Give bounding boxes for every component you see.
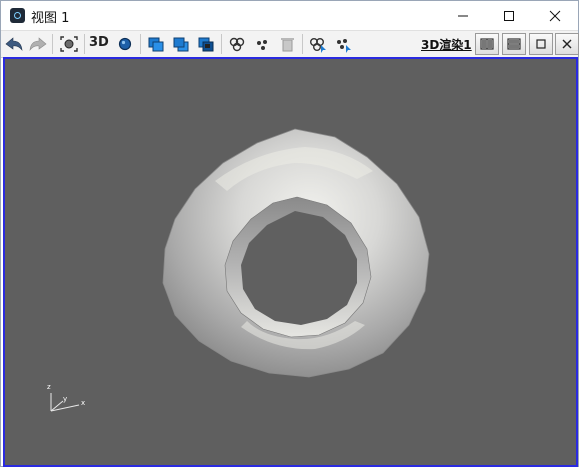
close-button[interactable] [532, 1, 578, 30]
circles-group-icon [229, 37, 245, 52]
minimize-icon [458, 15, 468, 16]
single-view-icon [536, 39, 546, 49]
layer-order-button[interactable] [195, 33, 217, 55]
view-toolbar: 3D 3D渲染1 [1, 30, 579, 58]
toolbar-separator [140, 34, 141, 54]
select-points-button[interactable] [332, 33, 354, 55]
split-horizontal-button[interactable] [502, 33, 526, 55]
send-back-button[interactable] [170, 33, 192, 55]
toolbar-separator [84, 34, 85, 54]
layers-back-icon [173, 37, 189, 52]
axis-y-label: y [63, 395, 68, 403]
split-vertical-button[interactable] [475, 33, 499, 55]
axis-x-label: x [81, 399, 86, 407]
render-view-link[interactable]: 3D渲染1 [421, 36, 472, 53]
minimize-button[interactable] [440, 1, 486, 30]
group-nodes-button[interactable] [226, 33, 248, 55]
app-icon [10, 8, 25, 23]
dots-icon [257, 40, 267, 50]
bring-front-button[interactable] [145, 33, 167, 55]
layers-stack-icon [198, 37, 214, 52]
title-bar: 视图 1 [1, 1, 578, 30]
delete-button[interactable] [276, 33, 298, 55]
undo-view-button[interactable] [3, 33, 25, 55]
trash-icon [281, 38, 294, 52]
split-horizontal-icon [507, 38, 521, 50]
undo-arrow-icon [5, 37, 23, 51]
mode-3d-button[interactable]: 3D [89, 35, 109, 50]
shading-mode-button[interactable] [114, 33, 136, 55]
points-button[interactable] [251, 33, 273, 55]
zoom-fit-button[interactable] [58, 33, 80, 55]
toolbar-separator [221, 34, 222, 54]
layers-front-icon [148, 37, 164, 52]
circles-select-icon [310, 38, 326, 53]
redo-arrow-icon [29, 37, 47, 51]
window-title: 视图 1 [31, 11, 70, 26]
close-view-button[interactable] [555, 33, 579, 55]
view-window: 视图 1 3D 3D渲染1 z y x [0, 0, 579, 467]
torus-shape [162, 128, 430, 378]
toolbar-separator [52, 34, 53, 54]
sphere-icon [118, 37, 132, 51]
axis-triad: z y x [41, 383, 91, 415]
maximize-icon [504, 10, 514, 21]
close-icon [549, 10, 561, 21]
close-view-icon [562, 39, 572, 49]
3d-viewport[interactable]: z y x [3, 57, 578, 467]
single-view-button[interactable] [529, 33, 553, 55]
split-vertical-icon [480, 38, 494, 50]
dots-select-icon [337, 39, 351, 53]
axis-z-label: z [47, 383, 51, 391]
toolbar-separator [302, 34, 303, 54]
zoom-fit-icon [60, 36, 78, 52]
redo-view-button[interactable] [27, 33, 49, 55]
select-group-button[interactable] [307, 33, 329, 55]
maximize-button[interactable] [486, 1, 532, 30]
